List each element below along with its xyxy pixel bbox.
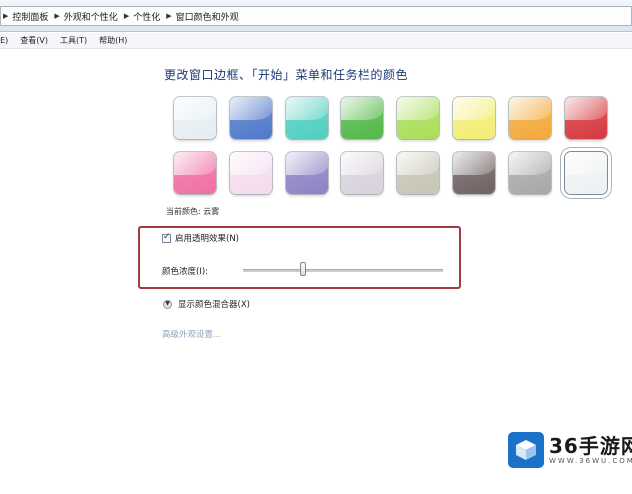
color-swatch-chocolate[interactable] <box>453 152 495 194</box>
breadcrumb-item-personalization[interactable]: 个性化 <box>133 10 160 23</box>
breadcrumb-item-appearance[interactable]: 外观和个性化 <box>64 10 118 23</box>
color-swatch-lavender[interactable] <box>341 152 383 194</box>
menu-view[interactable]: 查看(V) <box>20 35 48 46</box>
transparency-label[interactable]: 启用透明效果(N) <box>175 232 239 244</box>
chevron-down-circle-icon[interactable]: ▼ <box>163 299 172 309</box>
intensity-label: 颜色浓度(I): <box>162 267 209 277</box>
breadcrumb-item-control-panel[interactable]: 控制面板 <box>12 10 48 23</box>
menu-bar: (E) 查看(V) 工具(T) 帮助(H) <box>0 33 632 49</box>
breadcrumb[interactable]: ▶ 控制面板 ▶ 外观和个性化 ▶ 个性化 ▶ 窗口颜色和外观 <box>0 6 632 26</box>
color-swatch-sea[interactable] <box>286 97 328 139</box>
triangle-right-icon[interactable]: ▶ <box>3 12 8 20</box>
intensity-slider-thumb[interactable] <box>300 262 306 276</box>
menu-edit[interactable]: (E) <box>0 36 8 45</box>
watermark-title: 36手游网 <box>549 434 632 458</box>
triangle-right-icon[interactable]: ▶ <box>166 12 171 20</box>
triangle-right-icon[interactable]: ▶ <box>54 12 59 20</box>
color-swatch-ruby[interactable] <box>565 97 607 139</box>
color-swatch-fuchsia[interactable] <box>174 152 216 194</box>
transparency-checkbox[interactable]: ✓ <box>162 231 171 243</box>
color-swatch-taupe[interactable] <box>397 152 439 194</box>
color-mixer-label[interactable]: 显示颜色混合器(X) <box>178 298 250 310</box>
menu-tools[interactable]: 工具(T) <box>60 35 87 46</box>
color-swatch-lime[interactable] <box>397 97 439 139</box>
color-swatch-sky[interactable] <box>174 97 216 139</box>
cube-icon <box>516 440 536 460</box>
watermark-url: WWW.36WU.COM <box>549 457 632 465</box>
page-title: 更改窗口边框、「开始」菜单和任务栏的颜色 <box>164 68 409 82</box>
current-color-label: 当前颜色: 云雾 <box>166 207 220 216</box>
color-swatch-pumpkin[interactable] <box>509 97 551 139</box>
intensity-slider-track[interactable] <box>243 269 443 272</box>
menu-help[interactable]: 帮助(H) <box>99 35 127 46</box>
watermark: 36手游网 WWW.36WU.COM <box>508 432 632 468</box>
checkmark-icon: ✓ <box>163 231 171 242</box>
color-swatch-twilight[interactable] <box>230 97 272 139</box>
transparency-option[interactable]: ✓ 启用透明效果(N) <box>162 232 239 244</box>
color-swatch-blush[interactable] <box>230 152 272 194</box>
color-swatch-frost[interactable] <box>565 152 607 194</box>
triangle-right-icon[interactable]: ▶ <box>124 12 129 20</box>
color-swatch-violet[interactable] <box>286 152 328 194</box>
color-swatch-leaf[interactable] <box>341 97 383 139</box>
color-mixer-toggle[interactable]: ▼ 显示颜色混合器(X) <box>163 298 250 310</box>
brand-logo-icon <box>508 432 544 468</box>
color-swatch-sun[interactable] <box>453 97 495 139</box>
breadcrumb-item-window-color[interactable]: 窗口颜色和外观 <box>176 10 239 23</box>
advanced-appearance-link[interactable]: 高级外观设置... <box>162 328 221 340</box>
address-bar: ▶ 控制面板 ▶ 外观和个性化 ▶ 个性化 ▶ 窗口颜色和外观 <box>0 0 632 32</box>
color-swatch-slate[interactable] <box>509 152 551 194</box>
